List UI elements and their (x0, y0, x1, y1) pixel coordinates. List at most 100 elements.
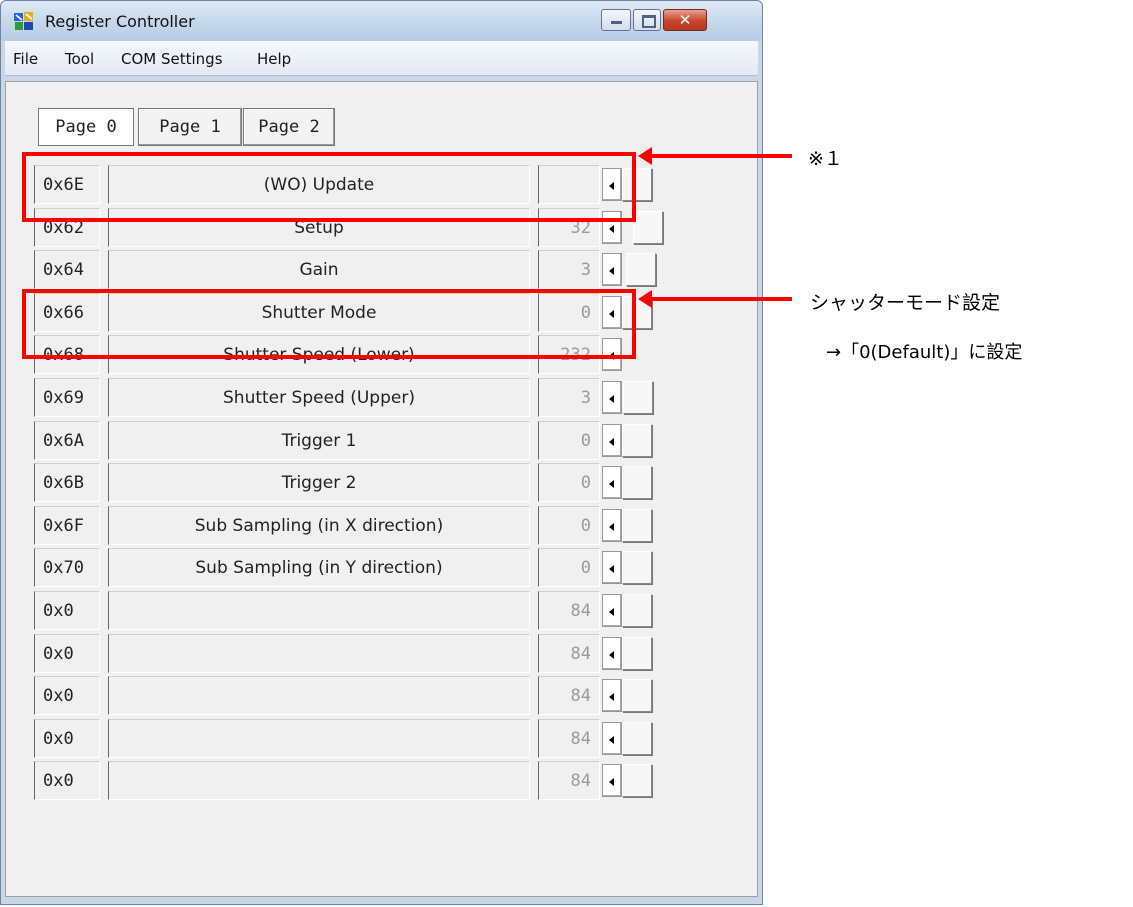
app-icon (14, 12, 33, 30)
register-address: 0x70 (34, 548, 100, 587)
window-title: Register Controller (45, 12, 195, 31)
register-name (108, 719, 530, 758)
close-icon: ✕ (678, 11, 692, 29)
register-row: 0x0 84 (0, 591, 760, 633)
register-row: 0x0 84 (0, 719, 760, 761)
left-arrow-icon (609, 608, 614, 616)
title-bar[interactable]: Register Controller ✕ (1, 1, 762, 41)
slider-left-arrow-button[interactable] (602, 722, 622, 755)
maximize-icon (642, 15, 656, 28)
slider-thumb[interactable] (622, 679, 652, 712)
register-row: 0x69 Shutter Speed (Upper) 3 (0, 378, 760, 420)
tab-page-1[interactable]: Page 1 (138, 108, 242, 146)
left-arrow-icon (609, 395, 614, 403)
register-address: 0x0 (34, 676, 100, 715)
left-arrow-icon (609, 523, 614, 531)
register-name (108, 761, 530, 800)
menu-file[interactable]: File (13, 50, 38, 68)
left-arrow-icon (609, 778, 614, 786)
slider-left-arrow-button[interactable] (602, 466, 622, 499)
left-arrow-icon (609, 565, 614, 573)
register-name (108, 676, 530, 715)
register-name: Trigger 2 (108, 463, 530, 502)
register-address: 0x0 (34, 634, 100, 673)
register-row: 0x0 84 (0, 761, 760, 803)
shutter-mode-heading: シャッターモード設定 (810, 292, 1001, 314)
register-address: 0x6B (34, 463, 100, 502)
menu-tool[interactable]: Tool (65, 50, 94, 68)
slider-left-arrow-button[interactable] (602, 424, 622, 457)
slider-thumb[interactable] (622, 637, 652, 670)
slider-thumb[interactable] (622, 424, 652, 457)
slider-thumb[interactable] (622, 509, 652, 542)
register-name: Shutter Speed (Upper) (108, 378, 530, 417)
left-arrow-icon (609, 225, 614, 233)
register-value-field[interactable]: 84 (538, 761, 600, 800)
register-name (108, 634, 530, 673)
note1-arrow-line (652, 154, 792, 158)
register-value-field[interactable]: 0 (538, 421, 600, 460)
register-address: 0x69 (34, 378, 100, 417)
register-name: Sub Sampling (in Y direction) (108, 548, 530, 587)
register-address: 0x6A (34, 421, 100, 460)
register-value-field[interactable]: 3 (538, 250, 600, 289)
menu-help[interactable]: Help (257, 50, 291, 68)
maximize-button[interactable] (633, 9, 661, 31)
slider-left-arrow-button[interactable] (602, 381, 622, 414)
slider-thumb[interactable] (622, 722, 652, 755)
register-name: Sub Sampling (in X direction) (108, 506, 530, 545)
register-value-field[interactable]: 84 (538, 634, 600, 673)
shutter-mode-highlight (22, 289, 636, 359)
register-name: Gain (108, 250, 530, 289)
register-row: 0x64 Gain 3 (0, 250, 760, 292)
left-arrow-icon (609, 736, 614, 744)
register-row: 0x0 84 (0, 634, 760, 676)
register-value-field[interactable]: 84 (538, 719, 600, 758)
register-value-field[interactable]: 3 (538, 378, 600, 417)
note1-label: ※１ (808, 148, 843, 170)
register-value-field[interactable]: 0 (538, 548, 600, 587)
register-row: 0x0 84 (0, 676, 760, 718)
register-value-field[interactable]: 0 (538, 463, 600, 502)
menu-com-settings[interactable]: COM Settings (121, 50, 223, 68)
update-row-highlight (22, 152, 636, 222)
register-address: 0x0 (34, 591, 100, 630)
register-value-field[interactable]: 84 (538, 591, 600, 630)
left-arrow-icon (609, 438, 614, 446)
register-value-field[interactable]: 84 (538, 676, 600, 715)
slider-thumb[interactable] (633, 211, 663, 244)
register-row: 0x6F Sub Sampling (in X direction) 0 (0, 506, 760, 548)
shutter-arrowhead-icon (638, 290, 652, 308)
tab-page-0[interactable]: Page 0 (38, 108, 134, 146)
menu-bar: File Tool COM Settings Help (5, 41, 758, 76)
left-arrow-icon (609, 267, 614, 275)
slider-thumb[interactable] (623, 381, 653, 414)
slider-thumb[interactable] (622, 764, 652, 797)
tab-page-2[interactable]: Page 2 (243, 108, 335, 146)
slider-thumb[interactable] (622, 594, 652, 627)
shutter-mode-detail: →「0(Default)」に設定 (826, 342, 1023, 363)
slider-thumb[interactable] (622, 551, 652, 584)
register-row: 0x70 Sub Sampling (in Y direction) 0 (0, 548, 760, 590)
register-address: 0x64 (34, 250, 100, 289)
minimize-button[interactable] (601, 9, 631, 31)
register-name (108, 591, 530, 630)
slider-left-arrow-button[interactable] (602, 764, 622, 797)
left-arrow-icon (609, 693, 614, 701)
left-arrow-icon (609, 480, 614, 488)
register-row: 0x6B Trigger 20 (0, 463, 760, 505)
register-name: Trigger 1 (108, 421, 530, 460)
minimize-icon (611, 21, 622, 24)
register-value-field[interactable]: 0 (538, 506, 600, 545)
slider-left-arrow-button[interactable] (602, 509, 622, 542)
slider-left-arrow-button[interactable] (602, 594, 622, 627)
slider-thumb[interactable] (626, 253, 656, 286)
close-button[interactable]: ✕ (663, 9, 707, 31)
register-row: 0x6A Trigger 10 (0, 421, 760, 463)
slider-left-arrow-button[interactable] (602, 253, 622, 286)
slider-left-arrow-button[interactable] (602, 637, 622, 670)
slider-left-arrow-button[interactable] (602, 679, 622, 712)
slider-left-arrow-button[interactable] (602, 551, 622, 584)
register-address: 0x0 (34, 719, 100, 758)
slider-thumb[interactable] (622, 466, 652, 499)
